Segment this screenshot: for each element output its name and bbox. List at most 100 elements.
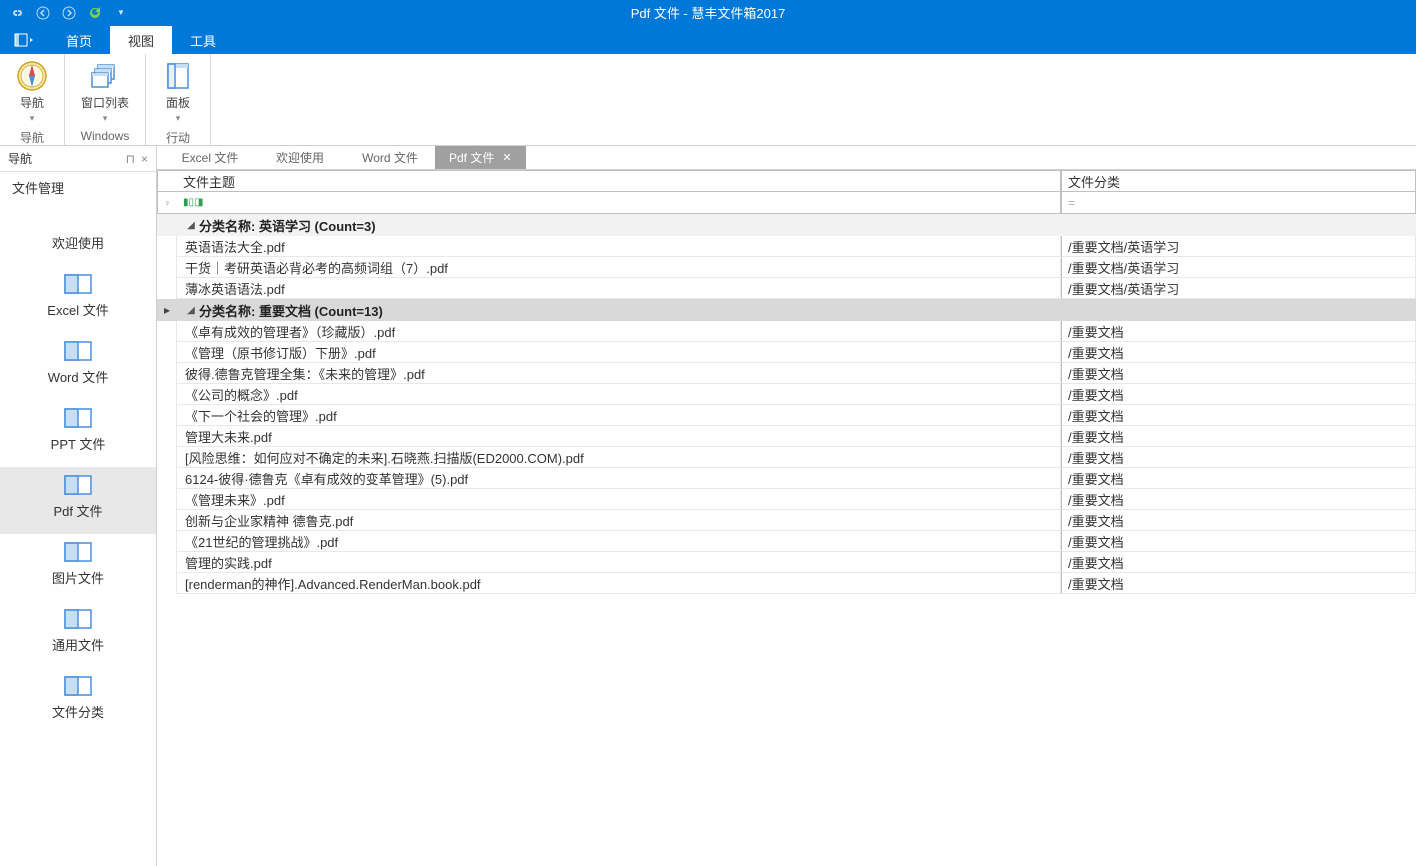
sidebar-item-7[interactable]: 文件分类 [0, 668, 156, 735]
table-row[interactable]: 《卓有成效的管理者》（珍藏版）.pdf/重要文档 [157, 321, 1416, 342]
sidebar-item-label: 通用文件 [52, 635, 104, 654]
menutabs: 首页视图工具 [0, 25, 1416, 54]
cell-topic: 《公司的概念》.pdf [177, 384, 1061, 405]
cell-topic: 《卓有成效的管理者》（珍藏版）.pdf [177, 321, 1061, 342]
row-gutter [157, 236, 177, 257]
grid-filter-row: ♀ ▮▯◨ = [157, 192, 1416, 214]
pin-icon[interactable]: ⊓ [126, 152, 135, 166]
doctab-3[interactable]: Pdf 文件✕ [435, 146, 526, 169]
qat-dropdown-icon[interactable]: ▼ [114, 6, 128, 20]
cell-topic: 薄冰英语语法.pdf [177, 278, 1061, 299]
cell-topic: 《21世纪的管理挑战》.pdf [177, 531, 1061, 552]
qat-icon-link[interactable] [10, 6, 24, 20]
row-indicator: ▸ [157, 299, 177, 321]
sidebar-item-0[interactable]: 欢迎使用 [0, 233, 156, 266]
table-row[interactable]: 《21世纪的管理挑战》.pdf/重要文档 [157, 531, 1416, 552]
close-icon[interactable]: ✕ [502, 151, 511, 164]
ribbon-btn-windows[interactable]: 窗口列表▾ [77, 58, 133, 127]
compass-icon [16, 60, 48, 92]
qat-icon-forward[interactable] [62, 6, 76, 20]
row-gutter [157, 363, 177, 384]
document-icon [64, 408, 92, 428]
row-gutter [157, 257, 177, 278]
table-row[interactable]: 管理大未来.pdf/重要文档 [157, 426, 1416, 447]
filter-category[interactable]: = [1061, 192, 1416, 214]
expand-icon[interactable]: ◢ [183, 305, 199, 316]
menutab-0[interactable]: 首页 [48, 26, 110, 54]
cell-category: /重要文档 [1061, 573, 1416, 594]
sidebar-item-label: 文件分类 [52, 702, 104, 721]
column-header-category[interactable]: 文件分类 [1061, 170, 1416, 192]
close-icon[interactable]: × [141, 152, 148, 166]
filter-icon[interactable]: ♀ [157, 192, 177, 214]
table-row[interactable]: [风险思维：如何应对不确定的未来].石晓燕.扫描版(ED2000.COM).pd… [157, 447, 1416, 468]
table-row[interactable]: 《下一个社会的管理》.pdf/重要文档 [157, 405, 1416, 426]
table-row[interactable]: 《管理（原书修订版）下册》.pdf/重要文档 [157, 342, 1416, 363]
document-icon [64, 542, 92, 562]
row-gutter [157, 447, 177, 468]
sidebar-item-2[interactable]: Word 文件 [0, 333, 156, 400]
column-header-topic[interactable]: 文件主题 [177, 170, 1061, 192]
sidebar-item-label: PPT 文件 [51, 434, 106, 453]
cell-category: /重要文档 [1061, 489, 1416, 510]
cell-category: /重要文档 [1061, 405, 1416, 426]
qat-icon-refresh[interactable] [88, 6, 102, 20]
row-indicator [157, 214, 177, 236]
document-icon [64, 274, 92, 294]
panel-icon [162, 60, 194, 92]
cell-category: /重要文档 [1061, 531, 1416, 552]
table-row[interactable]: 英语语法大全.pdf/重要文档/英语学习 [157, 236, 1416, 257]
sidebar-item-4[interactable]: Pdf 文件 [0, 467, 156, 534]
doctab-1[interactable]: 欢迎使用 [255, 146, 345, 169]
cell-category: /重要文档 [1061, 447, 1416, 468]
main-area: Excel 文件 欢迎使用 Word 文件Pdf 文件✕ 文件主题 文件分类 ♀ ▮… [157, 146, 1416, 866]
sidebar-item-6[interactable]: 通用文件 [0, 601, 156, 668]
group-row[interactable]: ◢分类名称: 英语学习 (Count=3) [157, 214, 1416, 236]
document-icon [64, 475, 92, 495]
table-row[interactable]: 彼得.德鲁克管理全集：《未来的管理》.pdf/重要文档 [157, 363, 1416, 384]
ribbon-btn-label: 导航▾ [20, 96, 44, 125]
expand-icon[interactable]: ◢ [183, 220, 199, 231]
cell-topic: 英语语法大全.pdf [177, 236, 1061, 257]
sidebar-item-3[interactable]: PPT 文件 [0, 400, 156, 467]
ribbon-btn-label: 窗口列表▾ [81, 96, 129, 125]
sidebar-item-1[interactable]: Excel 文件 [0, 266, 156, 333]
doctab-label: 欢迎使用 [276, 149, 324, 166]
sidebar-title: 导航 [8, 150, 32, 167]
cell-topic: 管理大未来.pdf [177, 426, 1061, 447]
table-row[interactable]: 薄冰英语语法.pdf/重要文档/英语学习 [157, 278, 1416, 299]
cell-topic: 管理的实践.pdf [177, 552, 1061, 573]
cell-category: /重要文档/英语学习 [1061, 257, 1416, 278]
ribbon-group-action: 面板▾ 行动 [146, 54, 211, 145]
table-row[interactable]: 6124-彼得·德鲁克《卓有成效的变革管理》(5).pdf/重要文档 [157, 468, 1416, 489]
table-row[interactable]: [renderman的神作].Advanced.RenderMan.book.p… [157, 573, 1416, 594]
ribbon-btn-panel[interactable]: 面板▾ [158, 58, 198, 127]
sidebar-item-label: Pdf 文件 [53, 501, 102, 520]
filter-topic[interactable]: ▮▯◨ [177, 192, 1061, 214]
cell-topic: [renderman的神作].Advanced.RenderMan.book.p… [177, 573, 1061, 594]
qat: ▼ [0, 6, 128, 20]
table-row[interactable]: 干货｜考研英语必背必考的高频词组（7）.pdf/重要文档/英语学习 [157, 257, 1416, 278]
sidebar-item-5[interactable]: 图片文件 [0, 534, 156, 601]
table-row[interactable]: 创新与企业家精神 德鲁克.pdf/重要文档 [157, 510, 1416, 531]
doctab-0[interactable]: Excel 文件 [165, 146, 255, 169]
row-gutter [157, 342, 177, 363]
qat-icon-back[interactable] [36, 6, 50, 20]
sidebar-item-label: 图片文件 [52, 568, 104, 587]
cell-topic: 干货｜考研英语必背必考的高频词组（7）.pdf [177, 257, 1061, 278]
group-row[interactable]: ▸◢分类名称: 重要文档 (Count=13) [157, 299, 1416, 321]
table-row[interactable]: 管理的实践.pdf/重要文档 [157, 552, 1416, 573]
table-row[interactable]: 《公司的概念》.pdf/重要文档 [157, 384, 1416, 405]
table-row[interactable]: 《管理未来》.pdf/重要文档 [157, 489, 1416, 510]
document-icon [64, 341, 92, 361]
doctab-2[interactable]: Word 文件 [345, 146, 435, 169]
row-gutter [157, 510, 177, 531]
menutab-2[interactable]: 工具 [172, 26, 234, 54]
group-label: 分类名称: 英语学习 (Count=3) [199, 216, 376, 235]
row-gutter [157, 278, 177, 299]
grid-gutter-header [157, 170, 177, 192]
ribbon-btn-nav[interactable]: 导航▾ [12, 58, 52, 127]
cell-category: /重要文档 [1061, 468, 1416, 489]
file-menu-button[interactable] [0, 26, 48, 54]
menutab-1[interactable]: 视图 [110, 26, 172, 54]
